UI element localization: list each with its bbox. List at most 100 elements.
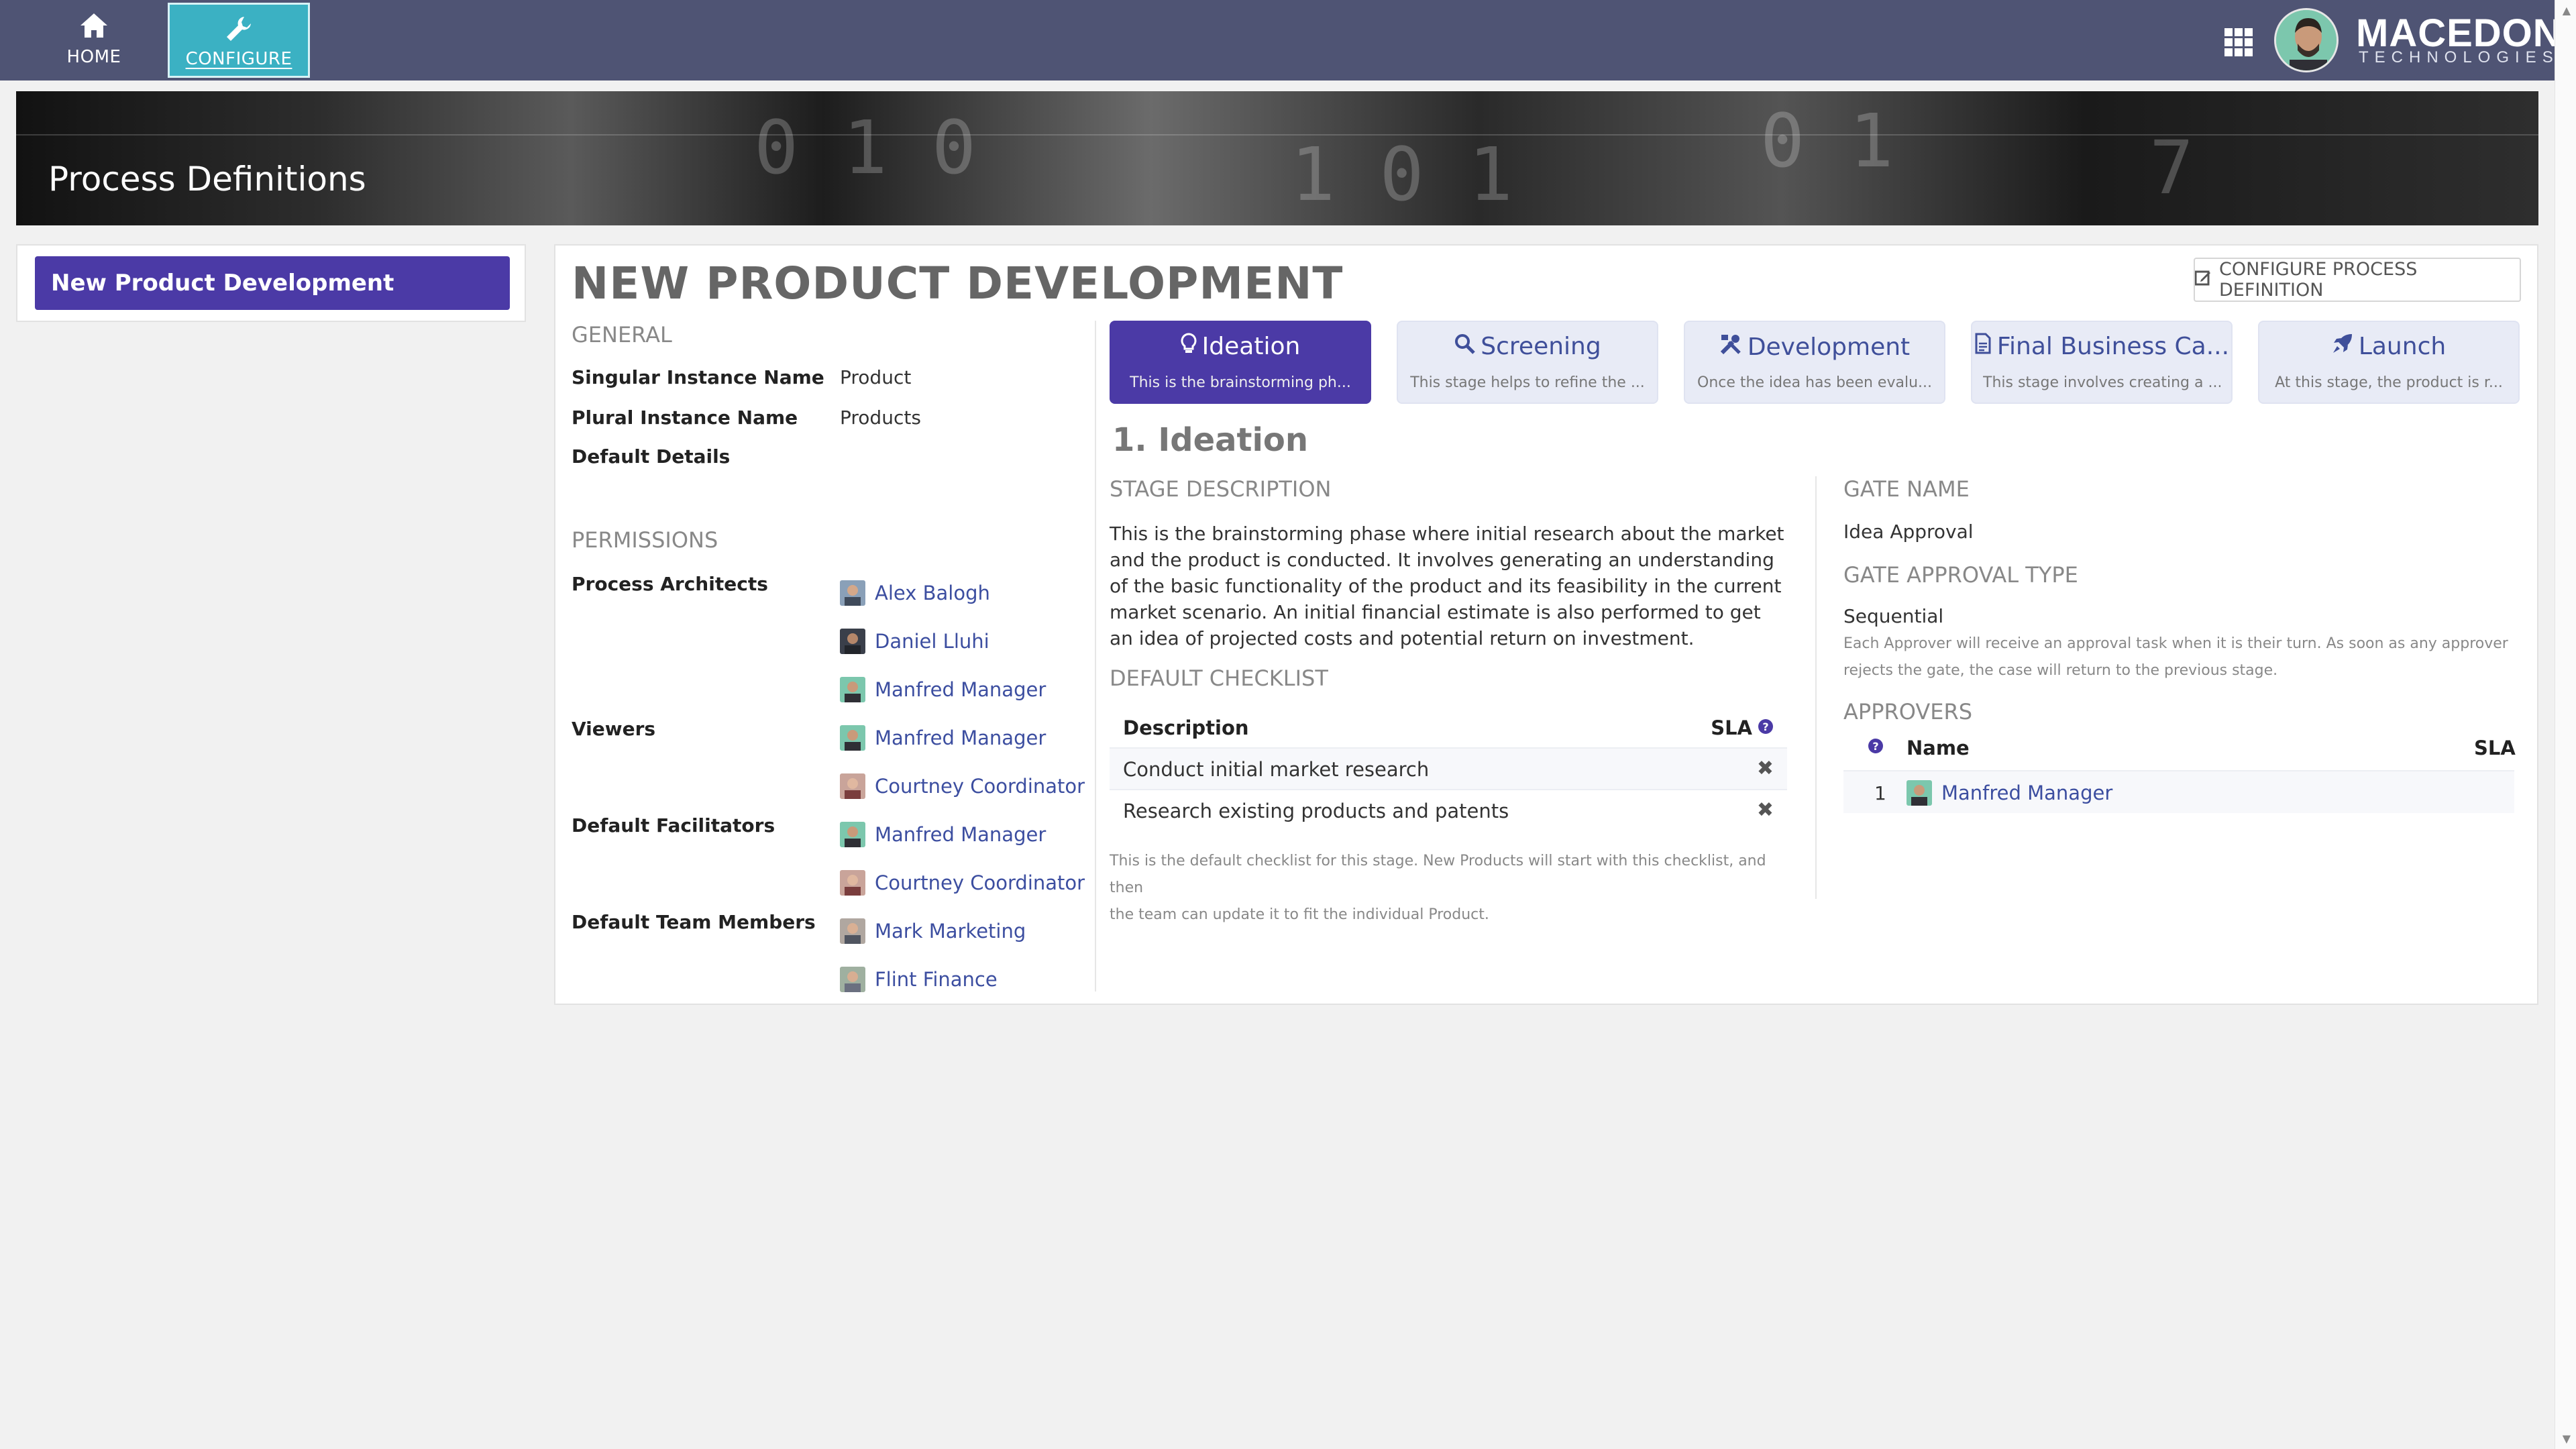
- person-avatar: [840, 629, 865, 654]
- person-name: Flint Finance: [875, 968, 998, 991]
- scroll-down-icon[interactable]: ▼: [2563, 1432, 2571, 1445]
- approvers-col-sla: SLA: [2474, 737, 2516, 759]
- person-link[interactable]: Manfred Manager: [840, 675, 1046, 704]
- edit-icon: [2194, 270, 2211, 290]
- stage-tab-development[interactable]: Development Once the idea has been evalu…: [1684, 321, 1945, 404]
- page-banner: 0 1 0 1 0 1 0 1 7 Process Definitions: [16, 91, 2538, 225]
- person-name: Manfred Manager: [875, 823, 1046, 846]
- configure-process-definition-button[interactable]: CONFIGURE PROCESS DEFINITION: [2194, 258, 2521, 302]
- person-link[interactable]: Daniel Lluhi: [840, 627, 989, 656]
- top-navigation-bar: HOME CONFIGURE MACEDON TECHNOLOGIES: [0, 0, 2561, 80]
- person-avatar: [840, 870, 865, 896]
- stage-tab-description: This is the brainstorming ph...: [1130, 374, 1351, 391]
- apps-grid-icon[interactable]: [2224, 28, 2253, 56]
- stage-tab-title: Final Business Ca...: [1996, 333, 2230, 360]
- default-facilitators-label: Default Facilitators: [572, 814, 775, 837]
- approvers-heading: APPROVERS: [1843, 699, 1972, 724]
- stage-heading: 1. Ideation: [1112, 421, 1309, 459]
- checklist-col-description: Description: [1123, 716, 1249, 739]
- process-definition-item[interactable]: New Product Development: [35, 256, 510, 310]
- home-icon: [23, 12, 165, 42]
- checklist-item-text: Conduct initial market research: [1123, 758, 1430, 781]
- stage-tab-final-business-case[interactable]: Final Business Ca... This stage involves…: [1971, 321, 2233, 404]
- stage-tab-ideation[interactable]: Ideation This is the brainstorming ph...: [1110, 321, 1371, 404]
- nav-home-label: HOME: [66, 47, 121, 67]
- singular-name-value: Product: [840, 366, 912, 388]
- scroll-up-icon[interactable]: ▲: [2563, 4, 2571, 17]
- person-link[interactable]: Manfred Manager: [840, 723, 1046, 753]
- nav-home-button[interactable]: HOME: [23, 3, 165, 78]
- page-title: Process Definitions: [48, 160, 366, 199]
- person-avatar: [840, 677, 865, 702]
- gate-approval-type-value: Sequential: [1843, 605, 1944, 627]
- person-link[interactable]: Courtney Coordinator: [840, 868, 1085, 898]
- stage-tab-title: Launch: [2358, 333, 2447, 360]
- person-name: Alex Balogh: [875, 582, 990, 604]
- stage-description-text: This is the brainstorming phase where in…: [1110, 523, 1784, 649]
- remove-icon[interactable]: ✖: [1757, 798, 1774, 822]
- stage-description-heading: STAGE DESCRIPTION: [1110, 476, 1332, 502]
- checklist-sla-label: SLA: [1711, 716, 1752, 739]
- approvers-col-name: Name: [1907, 737, 1970, 759]
- person-avatar: [840, 967, 865, 992]
- person-name: Courtney Coordinator: [875, 871, 1085, 894]
- lightbulb-icon: [1181, 333, 1197, 360]
- person-link[interactable]: Manfred Manager: [840, 820, 1046, 849]
- gate-name-value: Idea Approval: [1843, 521, 1974, 543]
- help-icon[interactable]: ?: [1758, 716, 1774, 739]
- checklist-row: Conduct initial market research ✖: [1110, 747, 1787, 789]
- person-avatar: [840, 773, 865, 799]
- person-avatar: [1907, 780, 1932, 806]
- person-name: Mark Marketing: [875, 920, 1026, 943]
- wrench-icon: [170, 14, 308, 44]
- gate-note-line: Each Approver will receive an approval t…: [1843, 635, 2508, 652]
- checklist-header-row: Description SLA ?: [1110, 707, 1787, 746]
- gate-name-heading: GATE NAME: [1843, 476, 1970, 502]
- plural-name-label: Plural Instance Name: [572, 407, 798, 429]
- stage-tab-screening[interactable]: Screening This stage helps to refine the…: [1397, 321, 1658, 404]
- rocket-icon: [2332, 333, 2353, 360]
- stage-tab-description: This stage helps to refine the ...: [1410, 374, 1645, 391]
- default-checklist-heading: DEFAULT CHECKLIST: [1110, 665, 1328, 691]
- user-avatar[interactable]: [2274, 8, 2339, 72]
- person-link[interactable]: Courtney Coordinator: [840, 771, 1085, 801]
- plural-name-value: Products: [840, 407, 921, 429]
- permissions-heading: PERMISSIONS: [572, 527, 718, 553]
- stage-tab-description: Once the idea has been evalu...: [1697, 374, 1932, 391]
- person-name: Courtney Coordinator: [875, 775, 1085, 798]
- process-definition-detail: NEW PRODUCT DEVELOPMENT CONFIGURE PROCES…: [554, 244, 2538, 1005]
- person-name: Daniel Lluhi: [875, 630, 989, 653]
- person-avatar: [840, 918, 865, 944]
- stage-tab-title: Screening: [1481, 333, 1601, 360]
- gate-note-line: rejects the gate, the case will return t…: [1843, 662, 2278, 679]
- approver-order: 1: [1874, 782, 1886, 804]
- remove-icon[interactable]: ✖: [1757, 757, 1774, 780]
- checklist-note-line: the team can update it to fit the indivi…: [1110, 906, 1489, 923]
- checklist-note-line: This is the default checklist for this s…: [1110, 853, 1766, 896]
- process-architects-label: Process Architects: [572, 573, 768, 595]
- person-name: Manfred Manager: [1941, 782, 2113, 804]
- approver-row: 1 Manfred Manager: [1843, 770, 2514, 813]
- person-link[interactable]: Flint Finance: [840, 965, 998, 994]
- general-heading: GENERAL: [572, 322, 672, 347]
- checklist-row: Research existing products and patents ✖: [1110, 789, 1787, 830]
- person-link[interactable]: Alex Balogh: [840, 578, 990, 608]
- stage-tab-description: At this stage, the product is r...: [2275, 374, 2503, 391]
- approver-person-link[interactable]: Manfred Manager: [1907, 778, 2112, 808]
- person-name: Manfred Manager: [875, 678, 1046, 701]
- svg-text:?: ?: [1872, 740, 1878, 753]
- checklist-col-sla: SLA ?: [1711, 716, 1774, 739]
- gate-approval-type-note: Each Approver will receive an approval t…: [1843, 631, 2514, 684]
- stage-tab-launch[interactable]: Launch At this stage, the product is r..…: [2258, 321, 2520, 404]
- help-icon[interactable]: ?: [1868, 738, 1884, 757]
- tools-icon: [1719, 333, 1742, 362]
- process-definition-list: New Product Development: [16, 244, 526, 322]
- nav-configure-button[interactable]: CONFIGURE: [168, 3, 310, 78]
- checklist-item-text: Research existing products and patents: [1123, 800, 1509, 822]
- default-team-members-label: Default Team Members: [572, 911, 816, 933]
- stage-tab-title: Ideation: [1201, 333, 1301, 360]
- column-divider: [1815, 476, 1817, 899]
- page-scrollbar[interactable]: ▲ ▼: [2555, 0, 2576, 1449]
- stage-tab-description: This stage involves creating a ...: [1983, 374, 2220, 391]
- person-link[interactable]: Mark Marketing: [840, 916, 1026, 946]
